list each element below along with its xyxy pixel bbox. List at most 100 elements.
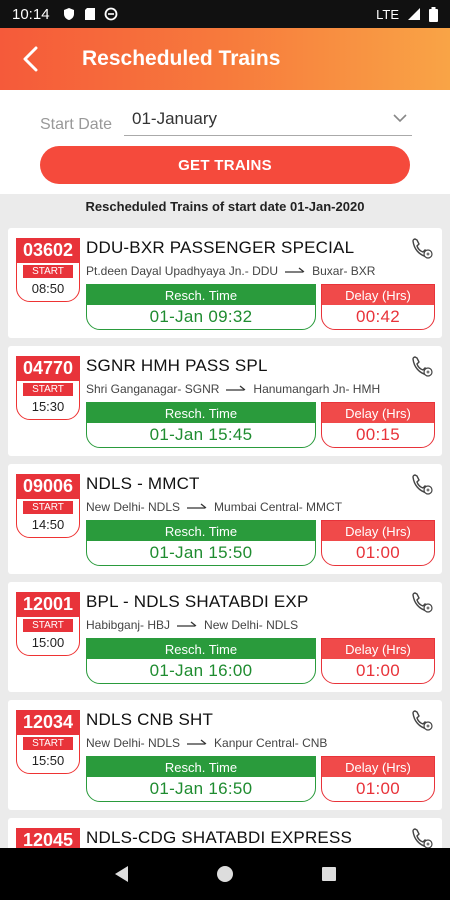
get-trains-button[interactable]: GET TRAINS bbox=[40, 146, 410, 184]
route-from: Habibganj- HBJ bbox=[86, 618, 171, 632]
train-number: 04770 bbox=[16, 356, 80, 381]
recents-square-icon[interactable] bbox=[320, 865, 338, 883]
resch-time-header: Resch. Time bbox=[87, 757, 315, 777]
back-button[interactable] bbox=[0, 28, 60, 90]
delay-value: 01:00 bbox=[355, 779, 401, 798]
train-number-box: 12001 START 15:00 bbox=[16, 592, 80, 656]
call-icon[interactable] bbox=[410, 472, 434, 496]
page-title: Rescheduled Trains bbox=[82, 47, 281, 70]
delay-value: 00:15 bbox=[355, 425, 401, 444]
train-name: BPL - NDLS SHATABDI EXP bbox=[86, 592, 309, 611]
arrow-right-icon bbox=[285, 267, 305, 273]
route-to: Mumbai Central- MMCT bbox=[214, 500, 343, 514]
delay-header: Delay (Hrs) bbox=[322, 403, 434, 423]
resch-time-value: 01-Jan 16:50 bbox=[149, 779, 253, 798]
train-card[interactable]: 12045 NDLS-CDG SHATABDI EXPRESS bbox=[8, 818, 442, 848]
train-number-box: 04770 START 15:30 bbox=[16, 356, 80, 420]
back-triangle-icon[interactable] bbox=[112, 864, 130, 884]
train-card[interactable]: 12001 START 15:00 BPL - NDLS SHATABDI EX… bbox=[8, 582, 442, 692]
train-name: DDU-BXR PASSENGER SPECIAL bbox=[86, 238, 355, 257]
train-number-box: 12034 START 15:50 bbox=[16, 710, 80, 774]
route-from: Pt.deen Dayal Upadhyaya Jn.- DDU bbox=[86, 264, 279, 278]
home-circle-icon[interactable] bbox=[215, 864, 235, 884]
sd-card-icon bbox=[84, 8, 95, 20]
resch-time-box: Resch. Time 01-Jan 15:50 bbox=[86, 520, 316, 566]
route-to: Kanpur Central- CNB bbox=[214, 736, 328, 750]
delay-header: Delay (Hrs) bbox=[322, 521, 434, 541]
call-icon[interactable] bbox=[410, 354, 434, 378]
train-card[interactable]: 09006 START 14:50 NDLS - MMCT New Delhi-… bbox=[8, 464, 442, 574]
no-disturb-icon bbox=[104, 7, 117, 21]
signal-icon bbox=[408, 8, 420, 20]
start-date-select[interactable]: 01-January bbox=[124, 102, 412, 136]
resch-time-box: Resch. Time 01-Jan 15:45 bbox=[86, 402, 316, 448]
delay-box: Delay (Hrs) 01:00 bbox=[321, 638, 435, 684]
resch-time-box: Resch. Time 01-Jan 16:00 bbox=[86, 638, 316, 684]
call-icon[interactable] bbox=[410, 236, 434, 260]
delay-box: Delay (Hrs) 00:42 bbox=[321, 284, 435, 330]
resch-time-header: Resch. Time bbox=[87, 285, 315, 305]
resch-time-box: Resch. Time 01-Jan 09:32 bbox=[86, 284, 316, 330]
train-number: 03602 bbox=[16, 238, 80, 263]
train-name: NDLS-CDG SHATABDI EXPRESS bbox=[86, 828, 353, 847]
start-label: START bbox=[23, 737, 73, 750]
train-number: 09006 bbox=[16, 474, 80, 499]
start-date-label: Start Date bbox=[40, 116, 113, 133]
route-from: New Delhi- NDLS bbox=[86, 500, 181, 514]
call-icon[interactable] bbox=[410, 708, 434, 732]
arrow-right-icon bbox=[177, 621, 197, 627]
delay-header: Delay (Hrs) bbox=[322, 285, 434, 305]
resch-time-header: Resch. Time bbox=[87, 521, 315, 541]
delay-box: Delay (Hrs) 01:00 bbox=[321, 520, 435, 566]
route-to: New Delhi- NDLS bbox=[204, 618, 299, 632]
delay-value: 00:42 bbox=[355, 307, 401, 326]
train-card[interactable]: 04770 START 15:30 SGNR HMH PASS SPL Shri… bbox=[8, 346, 442, 456]
filter-panel: Start Date 01-January GET TRAINS bbox=[0, 90, 450, 194]
train-card[interactable]: 12034 START 15:50 NDLS CNB SHT New Delhi… bbox=[8, 700, 442, 810]
status-bar: 10:14 LTE bbox=[0, 0, 450, 28]
start-date-value: 01-January bbox=[132, 108, 218, 128]
arrow-right-icon bbox=[187, 739, 207, 745]
delay-header: Delay (Hrs) bbox=[322, 757, 434, 777]
resch-time-box: Resch. Time 01-Jan 16:50 bbox=[86, 756, 316, 802]
start-label: START bbox=[23, 619, 73, 632]
arrow-right-icon bbox=[226, 385, 246, 391]
call-icon[interactable] bbox=[410, 590, 434, 614]
route-from: Shri Ganganagar- SGNR bbox=[86, 382, 220, 396]
start-time: 15:00 bbox=[31, 635, 65, 650]
resch-time-value: 01-Jan 15:45 bbox=[149, 425, 253, 444]
delay-box: Delay (Hrs) 01:00 bbox=[321, 756, 435, 802]
train-card[interactable]: 03602 START 08:50 DDU-BXR PASSENGER SPEC… bbox=[8, 228, 442, 338]
resch-time-value: 01-Jan 15:50 bbox=[149, 543, 253, 562]
chevron-down-icon bbox=[393, 114, 407, 123]
train-name: NDLS CNB SHT bbox=[86, 710, 214, 729]
train-list[interactable]: 03602 START 08:50 DDU-BXR PASSENGER SPEC… bbox=[0, 224, 450, 848]
call-icon[interactable] bbox=[410, 826, 434, 848]
start-time: 15:30 bbox=[31, 399, 65, 414]
start-label: START bbox=[23, 383, 73, 396]
train-route: New Delhi- NDLS Kanpur Central- CNB bbox=[86, 736, 327, 750]
train-number: 12045 bbox=[16, 828, 80, 848]
resch-time-value: 01-Jan 16:00 bbox=[149, 661, 253, 680]
resch-time-header: Resch. Time bbox=[87, 639, 315, 659]
app-bar: Rescheduled Trains bbox=[0, 28, 450, 90]
delay-value: 01:00 bbox=[355, 661, 401, 680]
back-arrow-icon bbox=[23, 46, 38, 72]
arrow-right-icon bbox=[187, 503, 207, 509]
train-route: New Delhi- NDLS Mumbai Central- MMCT bbox=[86, 500, 342, 514]
train-number-box: 12045 bbox=[16, 828, 80, 848]
train-name: NDLS - MMCT bbox=[86, 474, 200, 493]
train-route: Habibganj- HBJ New Delhi- NDLS bbox=[86, 618, 298, 632]
train-route: Pt.deen Dayal Upadhyaya Jn.- DDU Buxar- … bbox=[86, 264, 375, 278]
delay-header: Delay (Hrs) bbox=[322, 639, 434, 659]
train-number: 12001 bbox=[16, 592, 80, 617]
list-title: Rescheduled Trains of start date 01-Jan-… bbox=[85, 199, 365, 214]
start-time: 14:50 bbox=[31, 517, 65, 532]
train-route: Shri Ganganagar- SGNR Hanumangarh Jn- HM… bbox=[86, 382, 380, 396]
train-number: 12034 bbox=[16, 710, 80, 735]
route-to: Hanumangarh Jn- HMH bbox=[253, 382, 381, 396]
start-label: START bbox=[23, 501, 73, 514]
delay-value: 01:00 bbox=[355, 543, 401, 562]
train-number-box: 09006 START 14:50 bbox=[16, 474, 80, 538]
route-to: Buxar- BXR bbox=[312, 264, 376, 278]
